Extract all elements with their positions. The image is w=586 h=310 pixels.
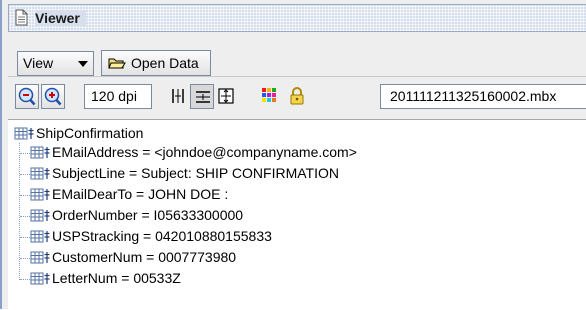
tree-item-label: EMailAddress = <johndoe@companyname.com> bbox=[52, 144, 357, 160]
structure-icon bbox=[30, 251, 52, 264]
structure-icon bbox=[30, 230, 52, 243]
document-icon bbox=[15, 9, 28, 26]
dpi-field[interactable]: 120 dpi bbox=[84, 84, 152, 109]
view-toolbar: 120 dpi bbox=[8, 78, 586, 118]
fit-page-button[interactable] bbox=[214, 84, 238, 109]
fit-height-icon bbox=[172, 89, 184, 103]
color-palette-button[interactable] bbox=[258, 84, 282, 109]
fit-width-icon bbox=[196, 91, 210, 103]
open-data-label: Open Data bbox=[131, 55, 199, 71]
fit-width-button[interactable] bbox=[190, 84, 214, 109]
open-folder-icon bbox=[108, 56, 126, 70]
dropdown-arrow-icon bbox=[78, 61, 88, 67]
structure-icon bbox=[30, 209, 52, 222]
file-name-field[interactable]: 20111121132516000​2.mbx bbox=[380, 84, 586, 109]
view-menu-label: View bbox=[23, 55, 54, 71]
tree-item-label: EMailDearTo = JOHN DOE : bbox=[52, 186, 229, 202]
title-bar[interactable]: Viewer bbox=[8, 4, 586, 32]
tree-item-label: SubjectLine = Subject: SHIP CONFIRMATION bbox=[52, 165, 339, 181]
zoom-out-icon bbox=[18, 87, 36, 106]
structure-icon bbox=[30, 167, 52, 180]
tree-connector-line bbox=[19, 143, 20, 280]
structure-icon bbox=[30, 272, 52, 285]
zoom-in-button[interactable] bbox=[41, 84, 65, 109]
zoom-in-icon bbox=[44, 87, 62, 106]
structure-icon bbox=[30, 188, 52, 201]
tree-view: ShipConfirmation EMailAddress = <johndoe… bbox=[8, 119, 586, 310]
main-toolbar: View Open Data bbox=[8, 38, 586, 77]
color-grid-icon bbox=[262, 88, 276, 102]
lock-button[interactable] bbox=[285, 84, 309, 109]
viewer-window: Viewer View Open Data 120 dpi 2011112113… bbox=[0, 0, 586, 310]
fit-page-icon bbox=[218, 88, 234, 104]
fit-height-button[interactable] bbox=[166, 84, 190, 109]
open-data-button[interactable]: Open Data bbox=[101, 50, 211, 76]
tree-root-label: ShipConfirmation bbox=[36, 125, 144, 141]
view-menu-button[interactable]: View bbox=[17, 51, 94, 76]
structure-icon bbox=[14, 127, 36, 140]
tree-item-label: OrderNumber = I05633300000 bbox=[52, 207, 244, 223]
tree-item-label: LetterNum = 00533Z bbox=[52, 270, 181, 286]
zoom-out-button[interactable] bbox=[15, 84, 39, 109]
structure-icon bbox=[30, 146, 52, 159]
tree-item-label: CustomerNum = 0007773980 bbox=[52, 249, 237, 265]
lock-icon bbox=[290, 87, 304, 105]
tree-item-label: USPStracking = 042010880155833 bbox=[52, 228, 272, 244]
window-title: Viewer bbox=[35, 10, 86, 26]
